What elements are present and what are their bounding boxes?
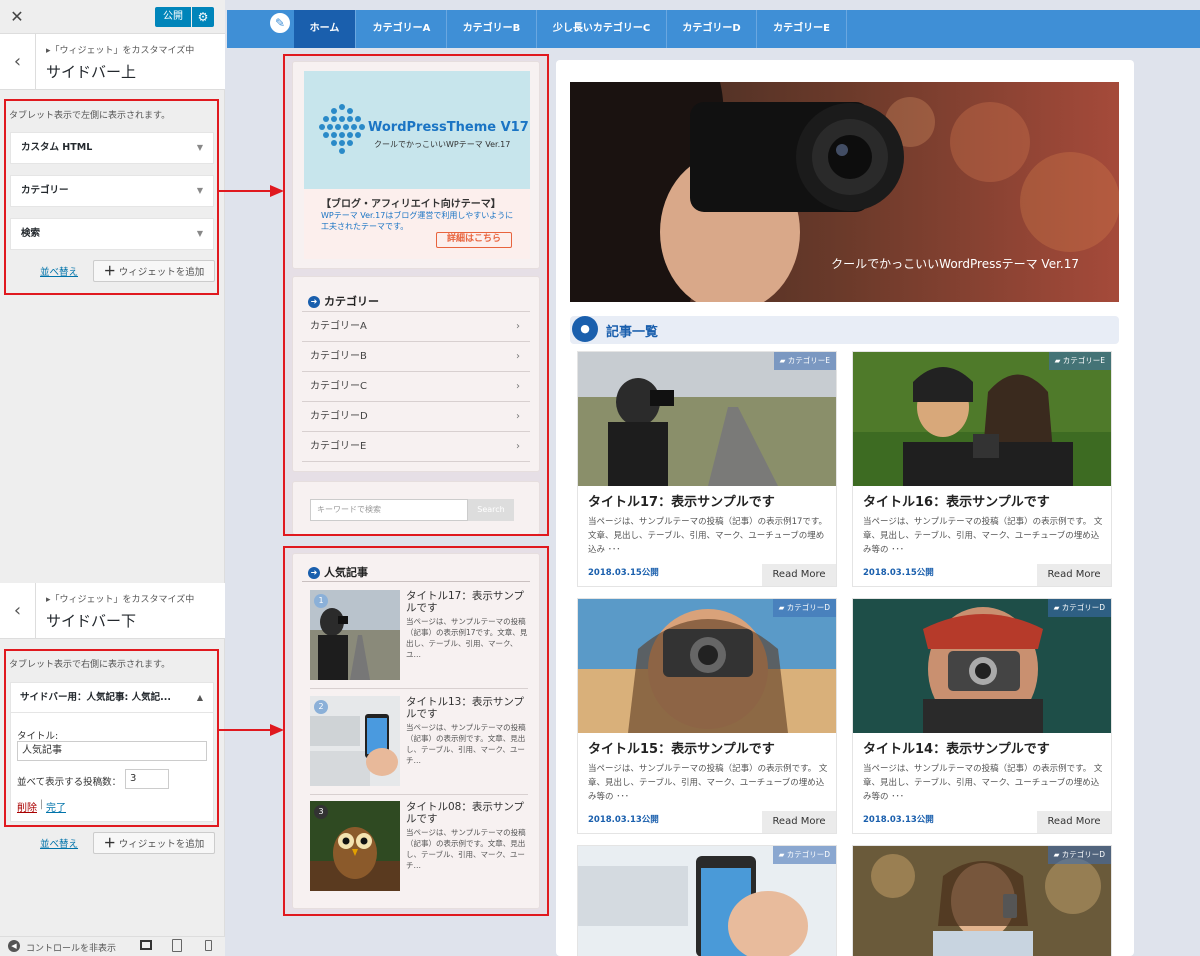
back-button[interactable]: ‹ <box>0 34 36 90</box>
post-category-badge: ▰ カテゴリーD <box>772 846 836 864</box>
post-card[interactable]: ▰ カテゴリーE タイトル17：表示サンプルです 当ページは、サンプルテーマの投… <box>577 351 837 587</box>
tablet-preview-icon[interactable] <box>172 939 182 952</box>
breadcrumb: ▸「ウィジェット」をカスタマイズ中 <box>46 595 195 605</box>
annotation-box-sidebar-top <box>283 54 549 536</box>
publish-button[interactable]: 公開 <box>155 7 191 27</box>
post-title: タイトル17：表示サンプルです <box>588 495 775 510</box>
post-title: タイトル16：表示サンプルです <box>863 495 1050 510</box>
post-thumbnail: ▰ カテゴリーE <box>853 352 1111 486</box>
gear-icon: ⚙ <box>197 10 209 24</box>
post-category-label: カテゴリーD <box>1061 603 1105 612</box>
photo-woman-bandana-camera <box>853 599 1111 733</box>
annotation-arrow-right-icon <box>218 724 284 736</box>
publish-settings-button[interactable]: ⚙ <box>192 7 214 27</box>
post-thumbnail: ▰ カテゴリーE <box>578 352 836 486</box>
read-more-button[interactable]: Read More <box>1037 811 1111 833</box>
post-category-label: カテゴリーD <box>786 850 830 859</box>
read-more-button[interactable]: Read More <box>762 811 836 833</box>
post-date: 2018.03.13公開 <box>588 815 659 825</box>
collapse-icon[interactable]: ◀ <box>8 940 20 952</box>
post-thumbnail: ▰ カテゴリーD <box>853 599 1111 733</box>
post-excerpt: 当ページは、サンプルテーマの投稿（記事）の表示例17です。 文章、見出し、テーブ… <box>588 517 828 555</box>
customizer-top-bar: ✕ 公開 ⚙ <box>0 0 225 34</box>
close-customizer-button[interactable]: ✕ <box>0 0 34 34</box>
add-widget-label: ウィジェットを追加 <box>118 839 205 850</box>
nav-item-category-b[interactable]: カテゴリーB <box>447 10 537 48</box>
customizer-footer: ◀ コントロールを非表示 <box>0 936 225 956</box>
pencil-icon[interactable]: ✎ <box>269 12 291 34</box>
post-category-badge: ▰ カテゴリーE <box>773 352 836 370</box>
hide-controls-label[interactable]: コントロールを非表示 <box>26 941 116 954</box>
plus-icon: ＋ <box>103 836 116 850</box>
folder-icon: ▰ <box>1053 850 1062 859</box>
main-content: クールでかっこいいWordPressテーマ Ver.17 ● 記事一覧 ▰ カテ… <box>556 60 1134 956</box>
post-card[interactable]: ▰ カテゴリーD タイトル14：表示サンプルです 当ページは、サンプルテーマの投… <box>852 598 1112 834</box>
post-thumbnail: ▰ カテゴリーD <box>578 846 836 956</box>
folder-icon: ▰ <box>778 850 787 859</box>
post-card[interactable]: ▰ カテゴリーD タイトル15：表示サンプルです 当ページは、サンプルテーマの投… <box>577 598 837 834</box>
read-more-button[interactable]: Read More <box>762 564 836 586</box>
folder-icon: ▰ <box>778 603 787 612</box>
post-card[interactable]: ▰ カテゴリーD <box>577 845 837 956</box>
breadcrumb: ▸「ウィジェット」をカスタマイズ中 <box>46 46 195 56</box>
post-category-label: カテゴリーE <box>1062 356 1105 365</box>
section-title: 記事一覧 <box>606 325 659 340</box>
annotation-box-customizer-top <box>4 99 219 295</box>
back-button[interactable]: ‹ <box>0 583 36 639</box>
post-category-label: カテゴリーE <box>787 356 830 365</box>
mobile-preview-icon[interactable] <box>205 940 212 951</box>
post-card[interactable]: ▰ カテゴリーE タイトル16：表示サンプルです 当ページは、サンプルテーマの投… <box>852 351 1112 587</box>
post-category-badge: ▰ カテゴリーD <box>772 599 836 617</box>
reorder-link[interactable]: 並べ替え <box>40 836 78 850</box>
folder-icon: ▰ <box>1053 603 1062 612</box>
post-excerpt: 当ページは、サンプルテーマの投稿（記事）の表示例です。 文章、見出し、テーブル、… <box>588 764 828 802</box>
post-title: タイトル15：表示サンプルです <box>588 742 775 757</box>
photo-woman-camera-road <box>578 352 836 486</box>
add-widget-button[interactable]: ＋ ウィジェットを追加 <box>93 832 215 854</box>
post-card[interactable]: ▰ カテゴリーD <box>852 845 1112 956</box>
post-category-label: カテゴリーD <box>786 603 830 612</box>
annotation-arrow-right-icon <box>218 185 284 197</box>
nav-item-category-c[interactable]: 少し長いカテゴリーC <box>537 10 667 48</box>
post-date: 2018.03.15公開 <box>863 568 934 578</box>
site-navigation: ✎ ホーム カテゴリーA カテゴリーB 少し長いカテゴリーC カテゴリーD カテ… <box>227 10 1200 48</box>
hero-image: クールでかっこいいWordPressテーマ Ver.17 <box>570 82 1119 302</box>
nav-item-category-a[interactable]: カテゴリーA <box>357 10 447 48</box>
post-excerpt: 当ページは、サンプルテーマの投稿（記事）の表示例です。 文章、見出し、テーブル、… <box>863 764 1103 802</box>
post-thumbnail: ▰ カテゴリーD <box>578 599 836 733</box>
section-header-sidebar-bottom: ‹ ▸「ウィジェット」をカスタマイズ中 サイドバー下 <box>0 583 225 639</box>
chevron-left-icon: ‹ <box>13 600 22 621</box>
post-category-label: カテゴリーD <box>1061 850 1105 859</box>
section-title: サイドバー上 <box>46 63 137 81</box>
desktop-preview-icon[interactable] <box>140 940 152 950</box>
photo-woman-vintage-camera <box>578 599 836 733</box>
read-more-button[interactable]: Read More <box>1037 564 1111 586</box>
section-heading: ● 記事一覧 <box>570 316 1119 344</box>
post-excerpt: 当ページは、サンプルテーマの投稿（記事）の表示例です。 文章、見出し、テーブル、… <box>863 517 1103 555</box>
post-category-badge: ▰ カテゴリーD <box>1047 846 1111 864</box>
post-thumbnail: ▰ カテゴリーD <box>853 846 1111 956</box>
chevron-left-icon: ‹ <box>13 51 22 72</box>
folder-icon: ▰ <box>1054 356 1063 365</box>
post-date: 2018.03.15公開 <box>588 568 659 578</box>
post-category-badge: ▰ カテゴリーD <box>1047 599 1111 617</box>
photo-two-women-camera <box>853 352 1111 486</box>
section-title: サイドバー下 <box>46 612 137 630</box>
post-title: タイトル14：表示サンプルです <box>863 742 1050 757</box>
annotation-box-sidebar-bottom <box>283 546 549 916</box>
post-category-badge: ▰ カテゴリーE <box>1048 352 1111 370</box>
location-pin-icon: ● <box>572 316 598 342</box>
nav-item-home[interactable]: ホーム <box>294 10 356 48</box>
section-header-sidebar-top: ‹ ▸「ウィジェット」をカスタマイズ中 サイドバー上 <box>0 34 225 90</box>
hero-caption: クールでかっこいいWordPressテーマ Ver.17 <box>831 257 1079 271</box>
folder-icon: ▰ <box>779 356 788 365</box>
post-date: 2018.03.13公開 <box>863 815 934 825</box>
annotation-box-customizer-bottom <box>4 649 219 827</box>
nav-item-category-d[interactable]: カテゴリーD <box>667 10 757 48</box>
nav-item-category-e[interactable]: カテゴリーE <box>757 10 847 48</box>
